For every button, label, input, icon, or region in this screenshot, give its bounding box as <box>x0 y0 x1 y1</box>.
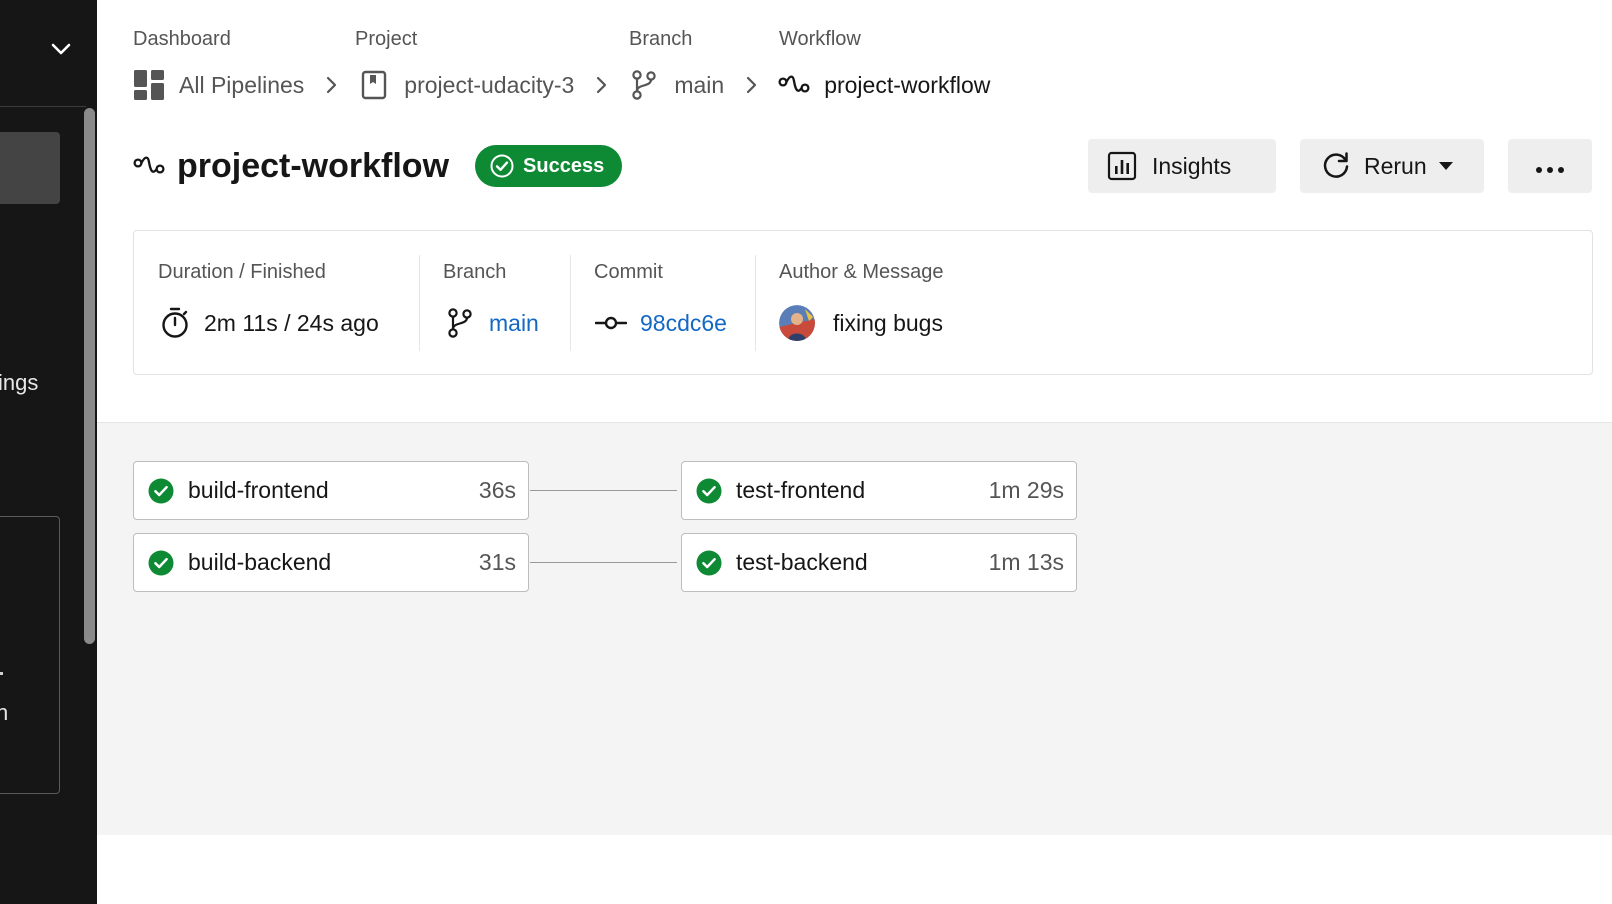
commit-icon <box>594 306 628 340</box>
breadcrumb-project-text: project-udacity-3 <box>404 71 575 98</box>
job-duration: 1m 29s <box>988 477 1064 503</box>
workflow-icon <box>133 150 165 182</box>
sidebar-item-settings-label[interactable]: ings <box>0 370 38 396</box>
chevron-right-icon <box>592 75 612 95</box>
breadcrumb-label-dashboard: Dashboard <box>133 28 231 50</box>
breadcrumb-branch[interactable]: main <box>628 69 724 101</box>
caret-down-icon <box>1438 159 1453 173</box>
success-check-icon <box>148 478 174 504</box>
success-check-icon <box>148 550 174 576</box>
bar-chart-icon <box>1106 150 1138 182</box>
main-content: Dashboard Project Branch Workflow All Pi… <box>97 0 1612 904</box>
workflow-icon <box>778 69 810 101</box>
rerun-button-label: Rerun <box>1364 152 1427 179</box>
info-divider <box>755 255 756 351</box>
duration-label: Duration / Finished <box>158 261 326 283</box>
job-connector <box>530 562 677 563</box>
chevron-down-icon[interactable] <box>48 36 74 62</box>
avatar[interactable] <box>779 305 815 341</box>
duration-value-row: 2m 11s / 24s ago <box>158 303 379 343</box>
job-name: build-frontend <box>188 477 329 503</box>
breadcrumb-workflow[interactable]: project-workflow <box>778 69 990 101</box>
chevron-right-icon <box>742 75 762 95</box>
sidebar-item-active[interactable] <box>0 132 60 204</box>
breadcrumb-project[interactable]: project-udacity-3 <box>358 69 574 101</box>
page-header: project-workflow Success <box>133 140 623 192</box>
git-branch-icon <box>443 306 477 340</box>
page-title: project-workflow <box>177 146 450 185</box>
commit-label: Commit <box>594 261 663 283</box>
author-value-row: fixing bugs <box>779 303 943 343</box>
breadcrumb-workflow-text: project-workflow <box>824 71 991 98</box>
commit-value-row: 98cdc6e <box>594 303 727 343</box>
repository-icon <box>358 69 390 101</box>
breadcrumb-label-project: Project <box>355 28 418 50</box>
branch-label: Branch <box>443 261 507 283</box>
info-divider <box>570 255 571 351</box>
sidebar-dot <box>0 672 3 675</box>
more-options-button[interactable] <box>1508 139 1592 193</box>
job-test-frontend[interactable]: test-frontend 1m 29s <box>681 461 1077 520</box>
job-connector <box>530 490 677 491</box>
job-duration: 31s <box>478 549 516 575</box>
breadcrumb-labels: Dashboard Project Branch Workflow <box>97 28 1612 50</box>
job-name: build-backend <box>188 549 332 575</box>
insights-button[interactable]: Insights <box>1088 139 1276 193</box>
job-build-backend[interactable]: build-backend 31s <box>133 533 529 592</box>
success-check-icon <box>696 478 722 504</box>
insights-button-label: Insights <box>1152 152 1232 179</box>
dashboard-icon <box>133 69 165 101</box>
git-branch-icon <box>628 69 660 101</box>
sidebar-divider <box>0 106 86 107</box>
breadcrumb-dashboard[interactable]: All Pipelines <box>133 69 304 101</box>
author-label: Author & Message <box>779 261 944 283</box>
status-badge: Success <box>475 145 623 187</box>
sidebar-panel-text: n <box>0 700 9 725</box>
breadcrumb: All Pipelines project-udacity-3 main pro… <box>133 68 990 102</box>
check-circle-icon <box>489 153 515 179</box>
job-duration: 1m 13s <box>988 549 1064 575</box>
job-build-frontend[interactable]: build-frontend 36s <box>133 461 529 520</box>
job-test-backend[interactable]: test-backend 1m 13s <box>681 533 1077 592</box>
sidebar-panel <box>0 516 60 794</box>
success-check-icon <box>696 550 722 576</box>
job-name: test-backend <box>736 549 868 575</box>
branch-value-row: main <box>443 303 539 343</box>
commit-link[interactable]: 98cdc6e <box>640 310 727 337</box>
breadcrumb-branch-text: main <box>674 71 725 98</box>
chevron-right-icon <box>322 75 342 95</box>
workflow-graph: build-frontend 36s build-backend 31s tes… <box>97 422 1612 835</box>
job-name: test-frontend <box>736 477 866 503</box>
commit-message: fixing bugs <box>833 309 943 336</box>
pipeline-info-card: Duration / Finished 2m 11s / 24s ago Bra… <box>133 230 1593 375</box>
breadcrumb-dashboard-text: All Pipelines <box>179 71 305 98</box>
more-options-icon <box>1535 153 1565 180</box>
branch-link[interactable]: main <box>489 310 539 337</box>
info-divider <box>419 255 420 351</box>
timer-icon <box>158 306 192 340</box>
sidebar: ings n <box>0 0 97 904</box>
status-badge-label: Success <box>523 154 605 177</box>
refresh-icon <box>1320 150 1352 182</box>
duration-value: 2m 11s / 24s ago <box>204 309 379 336</box>
sidebar-scrollbar[interactable] <box>84 108 95 644</box>
rerun-button[interactable]: Rerun <box>1300 139 1484 193</box>
job-duration: 36s <box>478 477 516 503</box>
breadcrumb-label-branch: Branch <box>629 28 693 50</box>
breadcrumb-label-workflow: Workflow <box>779 28 861 50</box>
